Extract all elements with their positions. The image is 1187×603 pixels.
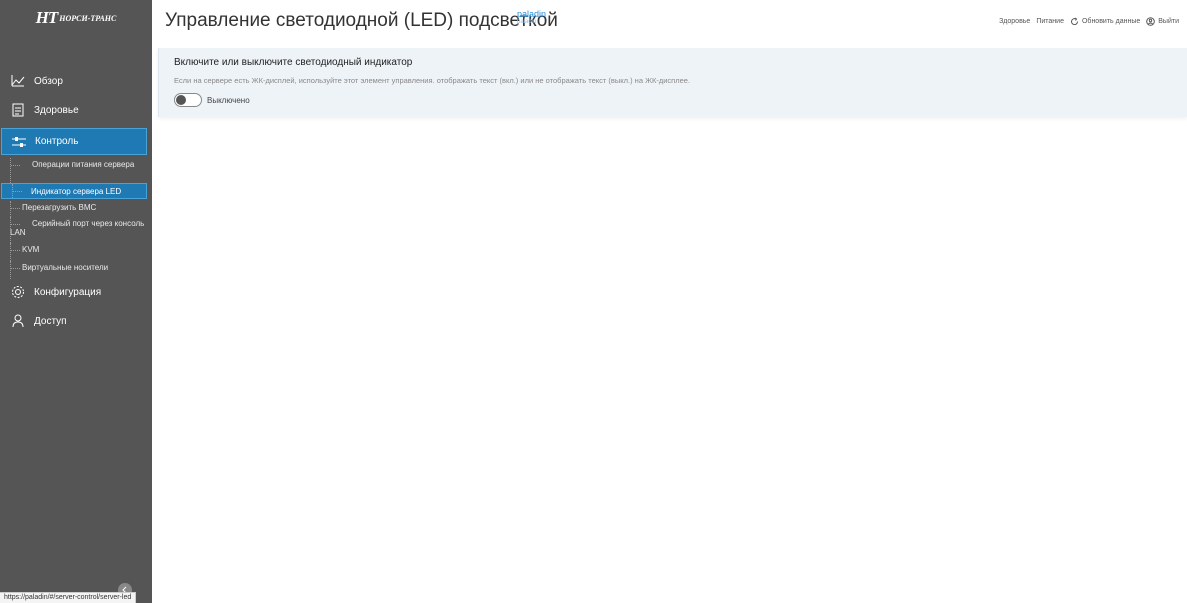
nav-menu: Обзор Здоровье Контроль Операции питания… <box>0 70 152 339</box>
host-name: paladin paladin <box>517 10 546 26</box>
nav-item-health[interactable]: Здоровье <box>0 99 152 121</box>
nav-item-label: Контроль <box>35 136 79 147</box>
clipboard-icon <box>10 102 26 118</box>
sliders-icon <box>11 134 27 150</box>
top-links: Здоровье Питание Обновить данные Выйти <box>999 17 1179 26</box>
user-icon <box>10 313 26 329</box>
logo-text: НОРСИ-ТРАНС <box>59 13 117 23</box>
refresh-icon <box>1071 17 1078 26</box>
nav-item-overview[interactable]: Обзор <box>0 70 152 92</box>
control-subnav: Операции питания сервера Индикатор серве… <box>0 158 152 279</box>
page-title: Управление светодиодной (LED) подсветкой <box>165 10 558 31</box>
subnav-item-reboot-bmc[interactable]: Перезагрузить BMC <box>0 201 152 217</box>
card-description: Если на сервере есть ЖК-дисплей, использ… <box>174 76 691 85</box>
led-toggle-label: Выключено <box>207 96 250 105</box>
card-title: Включите или выключите светодиодный инди… <box>174 57 413 68</box>
health-link[interactable]: Здоровье <box>999 18 1030 25</box>
sidebar: НТ НОРСИ-ТРАНС Обзор Здоровье Контроль О… <box>0 0 152 603</box>
power-link[interactable]: Питание <box>1036 18 1064 25</box>
header: Управление светодиодной (LED) подсветкой… <box>152 0 1187 38</box>
main-content: Включите или выключите светодиодный инди… <box>152 38 1187 603</box>
subnav-item-power-operations[interactable]: Операции питания сервера <box>0 158 152 183</box>
host-sub-label: paladin <box>517 19 537 25</box>
nav-item-label: Конфигурация <box>34 286 102 298</box>
logout-icon <box>1146 17 1156 26</box>
refresh-data-label: Обновить данные <box>1081 18 1141 25</box>
led-control-card: Включите или выключите светодиодный инди… <box>158 48 1187 117</box>
refresh-data-link[interactable]: Обновить данные <box>1070 17 1140 26</box>
logo: НТ НОРСИ-ТРАНС <box>0 0 152 36</box>
nav-item-label: Здоровье <box>34 104 79 116</box>
chart-line-icon <box>10 73 26 89</box>
subnav-item-kvm[interactable]: KVM <box>0 243 152 261</box>
gear-icon <box>10 284 26 300</box>
subnav-item-virtual-media[interactable]: Виртуальные носители <box>0 261 152 279</box>
subnav-item-serial-over-lan[interactable]: Серийный порт через консоль LAN <box>0 217 152 243</box>
subnav-item-server-led[interactable]: Индикатор сервера LED <box>1 183 147 199</box>
logo-mark: НТ <box>35 8 59 27</box>
logout-label: Выйти <box>1158 18 1179 25</box>
nav-item-control[interactable]: Контроль <box>1 128 147 155</box>
nav-item-access[interactable]: Доступ <box>0 310 152 332</box>
nav-item-label: Обзор <box>34 75 63 87</box>
nav-item-label: Доступ <box>34 315 67 327</box>
nav-item-configuration[interactable]: Конфигурация <box>0 281 152 303</box>
status-bar-url: https://paladin/#/server-control/server-… <box>0 592 137 603</box>
led-toggle-switch[interactable] <box>174 93 202 107</box>
logout-link[interactable]: Выйти <box>1146 17 1179 26</box>
